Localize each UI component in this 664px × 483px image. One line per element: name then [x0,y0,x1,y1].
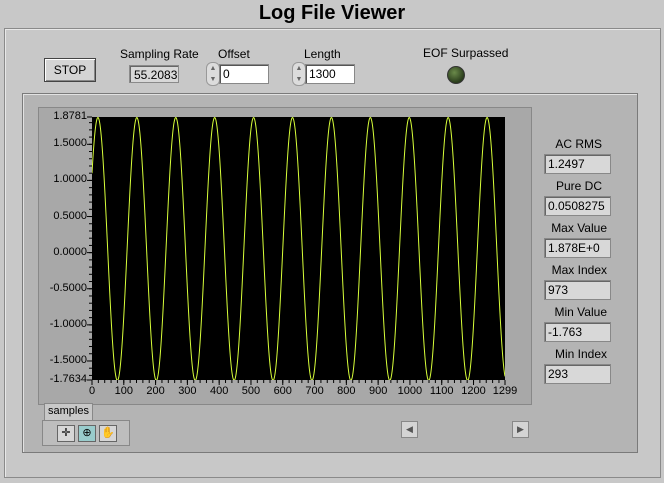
x-tick-label: 1200 [461,385,486,397]
pure-dc-indicator: 0.0508275 [544,196,611,216]
max-index-indicator: 973 [544,280,611,300]
min-value-indicator: -1.763 [544,322,611,342]
y-tick-label: 1.5000 [53,137,87,150]
eof-label: EOF Surpassed [423,46,509,60]
y-tick-label: 1.0000 [53,173,87,186]
max-value-indicator: 1.878E+0 [544,238,611,258]
sampling-rate-label: Sampling Rate [120,47,199,61]
length-input[interactable]: 1300 [305,64,355,84]
x-tick-label: 1100 [429,385,454,397]
window-title: Log File Viewer [258,2,406,24]
offset-label: Offset [218,47,250,61]
eof-led-indicator [447,66,465,84]
min-value-label: Min Value [554,305,607,319]
y-tick-label: -1.5000 [49,353,87,366]
ac-rms-label: AC RMS [555,137,602,151]
ac-rms-indicator: 1.2497 [544,154,611,174]
y-tick-label: 0.5000 [53,209,87,222]
y-tick-label: -0.5000 [49,281,87,294]
x-tick-label: 200 [146,385,165,397]
pan-hand-icon[interactable]: ✋ [99,425,117,442]
length-stepper[interactable]: ▲ ▼ [292,62,306,86]
x-tick-label: 1000 [397,385,423,397]
sampling-rate-indicator: 55.2083 [129,65,179,83]
x-tick-label: 100 [114,385,133,397]
offset-input[interactable]: 0 [219,64,269,84]
cursor-move-icon[interactable]: ✛ [57,425,75,442]
min-index-label: Min Index [554,347,607,361]
y-tick-label: 1.8781 [53,110,87,122]
offset-stepper[interactable]: ▲ ▼ [206,62,220,86]
x-tick-label: 800 [337,385,356,397]
max-index-label: Max Index [551,263,607,277]
x-tick-label: 0 [88,385,96,397]
y-tick-label: -1.7634 [49,373,87,385]
scroll-right-icon[interactable]: ▶ [512,421,529,438]
scroll-left-icon[interactable]: ◀ [401,421,418,438]
x-tick-label: 500 [241,385,261,397]
x-tick-label: 700 [305,385,324,397]
length-label: Length [304,47,341,61]
min-index-indicator: 293 [544,364,611,384]
graph-palette: ✛ ⊕ ✋ [42,420,130,446]
stop-button[interactable]: STOP [44,58,96,82]
y-tick-label: 0.0000 [53,245,87,258]
x-tick-label: 600 [273,385,292,397]
x-tick-label: 1299 [492,385,518,397]
x-tick-label: 300 [178,385,197,397]
x-axis-label: samples [44,403,93,421]
pure-dc-label: Pure DC [555,179,602,193]
x-tick-label: 400 [209,385,229,397]
x-tick-label: 900 [368,385,388,397]
max-value-label: Max Value [551,221,607,235]
y-tick-label: -1.0000 [49,317,87,330]
waveform-plot[interactable] [92,117,505,380]
zoom-icon[interactable]: ⊕ [78,425,96,442]
